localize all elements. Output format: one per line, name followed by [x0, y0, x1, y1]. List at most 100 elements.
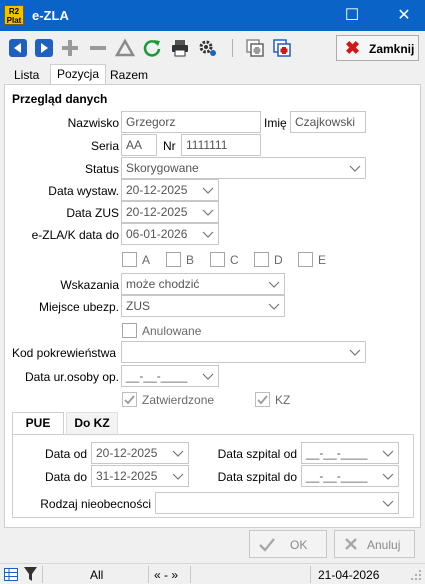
ok-button[interactable]: OK	[249, 530, 327, 558]
checkmark-icon	[259, 538, 275, 552]
pue-panel: Data od 20-12-2025 Data szpital od __-__…	[12, 434, 414, 518]
grid-icon[interactable]	[4, 568, 18, 581]
wskazania-label: Wskazania	[60, 278, 119, 292]
kz-label: KZ	[275, 393, 291, 407]
close-button[interactable]: ✖ Zamknij	[336, 35, 419, 61]
next-icon[interactable]	[34, 38, 54, 58]
checkbox-e-label: E	[318, 253, 327, 267]
data-od-picker[interactable]: 20-12-2025	[91, 442, 189, 464]
anulowane-checkbox[interactable]	[122, 323, 137, 338]
chevron-down-icon	[202, 231, 214, 238]
miejsce-value: ZUS	[126, 299, 150, 313]
section-title: Przegląd danych	[12, 92, 108, 106]
kz-checkbox[interactable]	[255, 392, 270, 407]
status-bar: All « - » 21-04-2026	[0, 563, 425, 584]
status-separator	[310, 566, 311, 583]
imie-input[interactable]: Czajkowski	[290, 111, 366, 133]
print-icon[interactable]	[170, 38, 190, 58]
ezla-k-value: 06-01-2026	[126, 227, 188, 241]
data-wystaw-label: Data wystaw.	[48, 184, 119, 198]
wskazania-select[interactable]: może chodzić	[121, 273, 285, 295]
funnel-icon[interactable]	[24, 567, 37, 582]
checkbox-b[interactable]	[166, 252, 181, 267]
refresh-icon[interactable]	[142, 38, 162, 58]
data-ur-picker[interactable]: __-__-____	[121, 365, 219, 387]
szpital-od-picker[interactable]: __-__-____	[301, 442, 399, 464]
tab-razem[interactable]: Razem	[104, 66, 154, 84]
miejsce-label: Miejsce ubezp.	[38, 300, 119, 314]
remove-icon[interactable]	[88, 38, 108, 58]
filter-icon[interactable]	[115, 38, 135, 58]
data-od-label: Data od	[44, 447, 87, 461]
checkbox-a[interactable]	[122, 252, 137, 267]
data-zus-picker[interactable]: 20-12-2025	[121, 201, 219, 223]
status-label: Status	[84, 162, 119, 176]
close-icon	[345, 538, 357, 550]
data-wystaw-picker[interactable]: 20-12-2025	[121, 179, 219, 201]
ezla-k-picker[interactable]: 06-01-2026	[121, 223, 219, 245]
data-od-value: 20-12-2025	[96, 446, 158, 460]
status-navigation[interactable]: « - »	[154, 568, 178, 582]
nazwisko-input[interactable]: Grzegorz	[121, 111, 261, 133]
chevron-down-icon	[172, 450, 184, 457]
checkbox-b-label: B	[186, 253, 195, 267]
imie-label: Imię	[264, 116, 287, 130]
szpital-do-picker[interactable]: __-__-____	[301, 465, 399, 487]
close-icon: ✖	[345, 38, 361, 58]
checkbox-c[interactable]	[210, 252, 225, 267]
szpital-do-value: __-__-____	[306, 469, 368, 483]
seria-input[interactable]: AA	[121, 134, 157, 156]
settings-icon[interactable]	[198, 38, 218, 58]
chevron-down-icon	[382, 500, 394, 507]
nr-input[interactable]: 1111111	[181, 134, 261, 156]
data-do-value: 31-12-2025	[96, 469, 158, 483]
status-filter: All	[90, 568, 104, 582]
zatwierdzone-label: Zatwierdzone	[142, 393, 215, 407]
toolbar: ✖ Zamknij	[0, 31, 425, 64]
data-zus-label: Data ZUS	[66, 206, 119, 220]
chevron-down-icon	[202, 187, 214, 194]
szpital-od-label: Data szpital od	[217, 447, 297, 461]
app-logo: R2 Plat	[4, 5, 24, 25]
add-icon[interactable]	[60, 38, 80, 58]
kod-select[interactable]	[121, 341, 366, 363]
data-do-picker[interactable]: 31-12-2025	[91, 465, 189, 487]
kod-label: Kod pokrewieństwa	[12, 346, 117, 360]
status-date: 21-04-2026	[318, 568, 380, 582]
status-separator	[42, 566, 43, 583]
resize-grip-icon[interactable]	[410, 569, 422, 581]
tab-pue[interactable]: PUE	[12, 412, 64, 435]
tab-lista[interactable]: Lista	[8, 66, 45, 84]
zatwierdzone-checkbox[interactable]	[122, 392, 137, 407]
checkmark-icon	[124, 395, 135, 405]
rodzaj-select[interactable]	[155, 492, 399, 514]
data-ur-value: __-__-____	[126, 369, 188, 383]
status-select[interactable]: Skorygowane	[121, 157, 366, 179]
chevron-down-icon	[349, 349, 361, 356]
szpital-do-label: Data szpital do	[217, 470, 297, 484]
miejsce-select[interactable]: ZUS	[121, 295, 285, 317]
maximize-button[interactable]: ☐	[335, 0, 369, 31]
form-panel: Przegląd danych Nazwisko Grzegorz Imię C…	[4, 84, 421, 528]
add-copy-icon[interactable]	[272, 38, 292, 58]
chevron-down-icon	[172, 473, 184, 480]
tab-pozycja[interactable]: Pozycja	[50, 64, 107, 84]
chevron-down-icon	[382, 450, 394, 457]
window-close-button[interactable]: ✕	[387, 0, 421, 31]
checkbox-d[interactable]	[254, 252, 269, 267]
checkbox-a-label: A	[142, 253, 151, 267]
copy-icon[interactable]	[245, 38, 265, 58]
main-tabs: Lista Pozycja Razem	[0, 64, 425, 84]
checkbox-e[interactable]	[298, 252, 313, 267]
data-wystaw-value: 20-12-2025	[126, 183, 188, 197]
anulowane-label: Anulowane	[142, 324, 202, 338]
chevron-down-icon	[268, 281, 280, 288]
wskazania-value: może chodzić	[126, 277, 200, 291]
cancel-button[interactable]: Anuluj	[334, 530, 415, 558]
tab-do-kz[interactable]: Do KZ	[66, 412, 118, 434]
data-zus-value: 20-12-2025	[126, 205, 188, 219]
toolbar-separator	[232, 39, 233, 57]
status-value: Skorygowane	[126, 161, 199, 175]
checkbox-d-label: D	[274, 253, 283, 267]
prev-icon[interactable]	[8, 38, 28, 58]
